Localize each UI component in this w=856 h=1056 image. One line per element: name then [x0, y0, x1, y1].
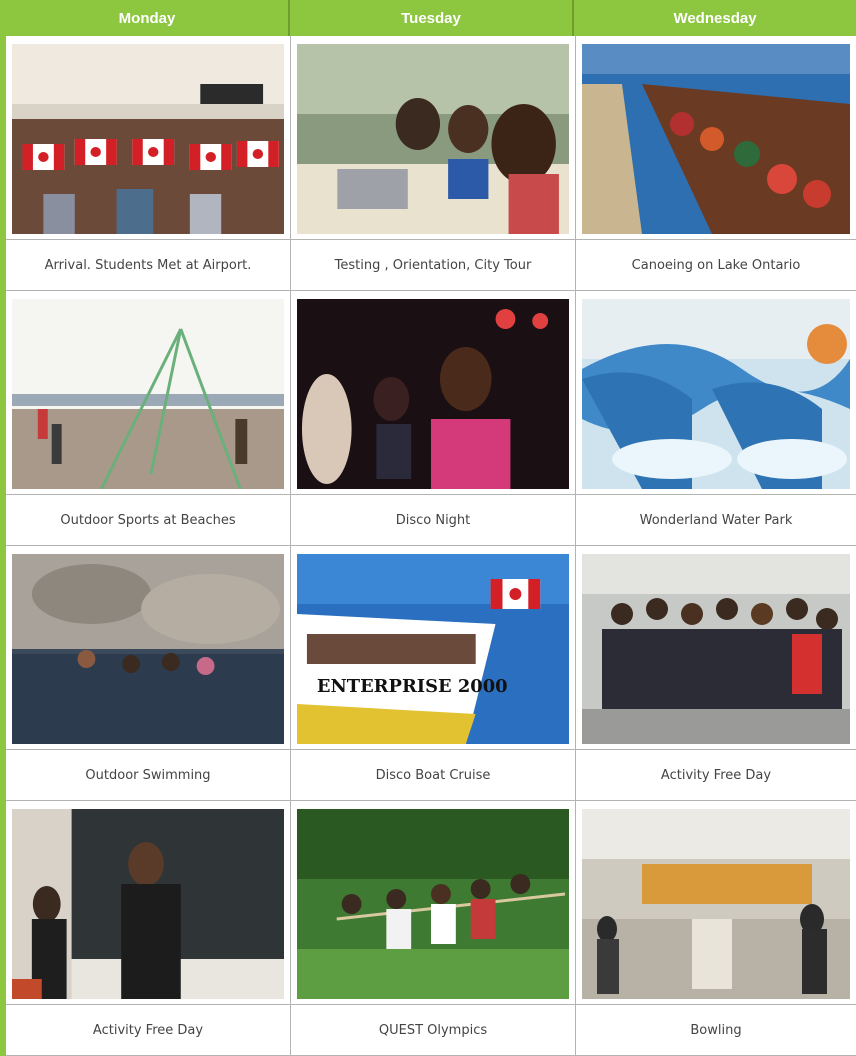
activity-cell: Activity Free Day [576, 546, 856, 801]
activity-grid: Arrival. Students Met at Airport. Testin… [6, 36, 856, 1056]
activity-cell: Arrival. Students Met at Airport. [6, 36, 291, 291]
activity-cell: QUEST Olympics [291, 801, 576, 1056]
activity-cell: Outdoor Swimming [6, 546, 291, 801]
activity-caption: Bowling [576, 1004, 856, 1055]
activity-caption: Disco Boat Cruise [291, 749, 575, 800]
tug-of-war-photo [297, 809, 569, 999]
activity-caption: Wonderland Water Park [576, 494, 856, 545]
activity-caption: Arrival. Students Met at Airport. [6, 239, 290, 290]
activity-cell: Wonderland Water Park [576, 291, 856, 546]
activity-cell: Canoeing on Lake Ontario [576, 36, 856, 291]
activity-cell: Outdoor Sports at Beaches [6, 291, 291, 546]
activity-cell: Bowling [576, 801, 856, 1056]
activity-caption: Activity Free Day [6, 1004, 290, 1055]
group-waving-photo [582, 554, 850, 744]
activity-caption: Activity Free Day [576, 749, 856, 800]
activity-cell: ENTERPRISE 2000 Disco Boat Cruise [291, 546, 576, 801]
activity-cell: Disco Night [291, 291, 576, 546]
activity-caption: Testing , Orientation, City Tour [291, 239, 575, 290]
classroom-students-photo [12, 809, 284, 999]
day-header-wednesday: Wednesday [572, 0, 856, 36]
activity-caption: Disco Night [291, 494, 575, 545]
day-header-tuesday: Tuesday [288, 0, 572, 36]
activity-cell: Activity Free Day [6, 801, 291, 1056]
bowling-alley-photo [582, 809, 850, 999]
day-header-monday: Monday [118, 9, 176, 27]
students-at-laptops-photo [297, 44, 569, 234]
boat-name-text: ENTERPRISE 2000 [317, 676, 508, 697]
activity-cell: Testing , Orientation, City Tour [291, 36, 576, 291]
disco-dancing-photo [297, 299, 569, 489]
activity-caption: Outdoor Sports at Beaches [6, 494, 290, 545]
activity-caption: Canoeing on Lake Ontario [576, 239, 856, 290]
students-in-canoe-photo [582, 44, 850, 234]
swimming-in-lake-photo [12, 554, 284, 744]
cruise-boat-photo: ENTERPRISE 2000 [297, 554, 569, 744]
day-header-row: Monday Tuesday Wednesday [6, 0, 856, 36]
activity-caption: QUEST Olympics [291, 1004, 575, 1055]
airport-group-photo [12, 44, 284, 234]
beach-volleyball-photo [12, 299, 284, 489]
activity-caption: Outdoor Swimming [6, 749, 290, 800]
water-slides-photo [582, 299, 850, 489]
